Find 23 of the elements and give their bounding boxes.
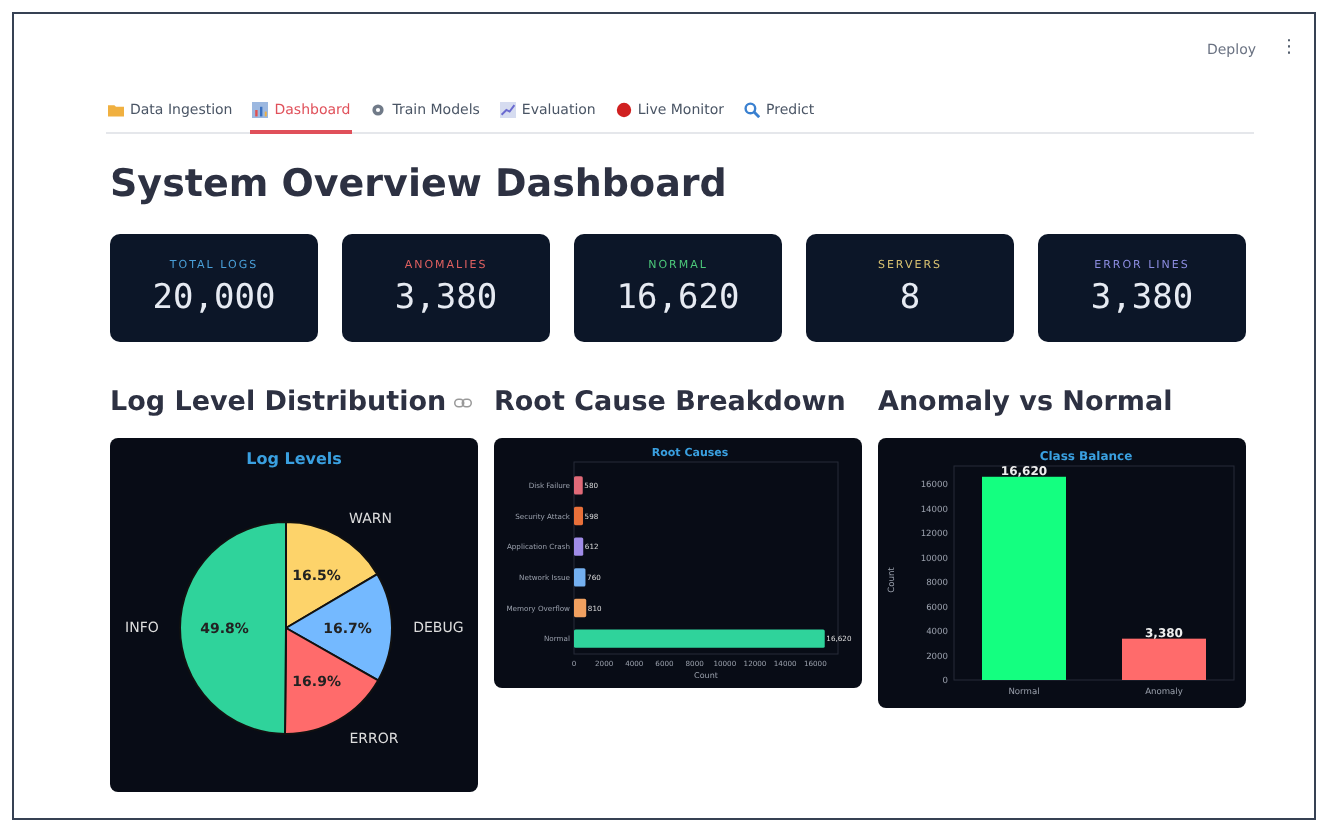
section-heading: Anomaly vs Normal [878, 383, 1173, 422]
metric-value: 3,380 [1090, 282, 1194, 317]
search-icon [744, 102, 760, 118]
menu-button[interactable]: ⋮ [1280, 36, 1298, 64]
folder-icon [108, 102, 124, 118]
metric-value: 20,000 [152, 282, 276, 317]
bar [574, 597, 587, 617]
bar [574, 505, 583, 525]
bar [1122, 637, 1206, 679]
metric-value: 3,380 [394, 282, 498, 317]
bar [574, 536, 584, 555]
metric-value: 8 [899, 282, 921, 317]
page-title: System Overview Dashboard [110, 160, 729, 210]
bar [574, 567, 586, 586]
gear-icon [370, 102, 387, 118]
circle-icon [615, 102, 632, 118]
metric-value: 16,620 [616, 282, 740, 317]
line-chart-icon [499, 102, 516, 118]
section-heading: Log Level Distribution [110, 383, 447, 422]
chart-title: Log Levels [246, 449, 342, 467]
section-heading: Root Cause Breakdown [494, 383, 846, 422]
bar [574, 475, 583, 494]
bar-chart-icon [252, 102, 269, 118]
